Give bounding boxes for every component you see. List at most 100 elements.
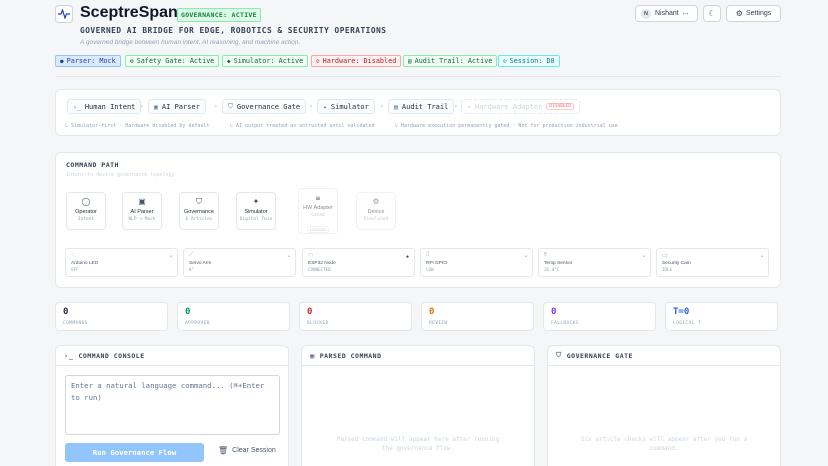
arrow-icon: ›: [309, 103, 313, 110]
trash-icon: 🗑︎: [218, 446, 229, 455]
stat-label: REVIEW: [429, 321, 448, 326]
terminal-icon: ›_: [73, 102, 81, 111]
device-security-cam: ▭ Security Cam IDLE •: [656, 248, 769, 277]
arrow-icon: ›: [454, 103, 458, 110]
command-path-subtitle: Intent-to-device governance topology: [66, 172, 175, 178]
sparkle-icon: ✦: [252, 197, 260, 206]
arrow-icon: ›: [380, 103, 384, 110]
header-divider: [55, 76, 781, 77]
settings-button[interactable]: ⚙ Settings: [726, 5, 781, 22]
stat-label: COMMANDS: [63, 321, 88, 326]
status-pill-session: ⊙ Session: D8: [498, 55, 560, 67]
thermometer-icon: ⫯: [544, 252, 547, 258]
plug-icon: ⊸: [467, 102, 471, 111]
device-esp32-node: ◠ ESP32 Node CONNECTED ●: [302, 248, 415, 277]
stat-value: 0: [551, 307, 557, 317]
run-governance-flow-button[interactable]: Run Governance Flow: [65, 443, 204, 462]
path-node-ai-parser: ▣ AI Parser NLP → Mock: [122, 192, 162, 230]
pipeline-step-simulator: ✦ Simulator: [317, 99, 375, 114]
bulb-icon: ◌: [71, 252, 75, 258]
pipeline-note: ↳ Simulator-first · Hardware disabled by…: [65, 123, 210, 129]
app-tagline: A governed bridge between human intent, …: [80, 39, 301, 46]
gate-title: GOVERNANCE GATE: [566, 351, 633, 360]
device-arduino-led: ◌ Arduino LED OFF •: [65, 248, 178, 277]
arrow-icon: ›: [214, 103, 218, 110]
terminal-icon: ›_: [64, 351, 74, 360]
clear-session-button[interactable]: 🗑︎ Clear Session: [218, 446, 276, 455]
pipeline-step-human-intent: ›_ Human Intent: [67, 99, 142, 114]
wifi-icon: ◠: [308, 253, 314, 259]
command-input[interactable]: [65, 375, 280, 435]
path-node-governance: ⛉ Governance 6 Articles: [179, 192, 219, 230]
user-icon: ◯: [81, 197, 91, 206]
governance-gate-panel: ⛉ GOVERNANCE GATE Six article checks will…: [547, 345, 781, 466]
shield-icon: ⛉: [556, 351, 562, 359]
stat-approved: 0 APPROVED: [177, 302, 290, 331]
logout-icon[interactable]: ↦: [683, 10, 689, 18]
pipeline-step-ai-parser: ▣ AI Parser: [148, 99, 206, 114]
settings-label: Settings: [745, 10, 772, 17]
user-menu-button[interactable]: N Nishant ↦: [635, 5, 698, 22]
clear-session-label: Clear Session: [232, 447, 276, 454]
cpu-icon: ▣: [138, 197, 146, 206]
document-icon: ▤: [394, 102, 398, 111]
stat-value: 0: [429, 307, 435, 317]
stat-label: FALLBACKS: [551, 321, 579, 326]
cpu-icon: ▣: [154, 102, 158, 111]
path-node-operator: ◯ Operator Intent: [66, 192, 106, 230]
status-pill-safety-gate: ⚙ Safety Gate: Active: [125, 55, 220, 67]
stat-label: BLOCKED: [307, 321, 329, 326]
sparkle-icon: ✦: [323, 102, 327, 111]
status-pill-parser: ● Parser: Mock: [55, 55, 121, 67]
pipeline-step-audit-trail: ▤ Audit Trail: [388, 99, 455, 114]
stat-label: APPROVED: [185, 321, 210, 326]
device-icon: ⚙: [372, 197, 380, 206]
arm-icon: ⟋: [189, 252, 194, 258]
command-path-title: COMMAND PATH: [66, 161, 119, 169]
stat-commands: 0 COMMANDS: [55, 302, 168, 331]
path-node-hw-adapter: 🔒︎ HW Adapter Gated LOCKED: [298, 188, 338, 234]
gpio-icon: ⁞⁞: [426, 252, 430, 258]
logo-icon: [55, 5, 73, 23]
device-temp-sensor: ⫯ Temp Sensor 26.4°C •: [538, 248, 651, 277]
theme-toggle-icon[interactable]: ☾: [703, 5, 721, 22]
stat-label: LOGICAL T: [673, 321, 701, 326]
pipeline-note: ↳ AI output treated as untrusted until v…: [230, 123, 375, 129]
lock-icon: 🔒︎: [315, 193, 321, 202]
governance-status-badge: GOVERNANCE: ACTIVE: [177, 8, 261, 22]
device-rpi-gpio: ⁞⁞ RPi GPIO LOW •: [420, 248, 533, 277]
pipeline-step-hardware-adapter: ⊸ Hardware Adapter DISABLED: [461, 99, 581, 114]
parsed-command-panel: ▣ PARSED COMMAND Parsed command will appe…: [301, 345, 535, 466]
pipeline-note: ↳ Hardware execution permanently gated ·…: [395, 123, 618, 129]
gate-empty-message: Six article checks will appear after you…: [580, 436, 748, 452]
stat-value: T=0: [673, 307, 690, 317]
disabled-badge: DISABLED: [546, 103, 575, 110]
shield-icon: ⛉: [196, 197, 202, 206]
stat-review: 0 REVIEW: [421, 302, 534, 331]
console-title: COMMAND CONSOLE: [78, 351, 145, 360]
shield-icon: ⛉: [228, 102, 233, 110]
app-title: SceptreSpan: [80, 4, 178, 21]
parsed-icon: ▣: [310, 351, 315, 360]
gear-icon: ⚙: [735, 9, 743, 18]
stat-value: 0: [185, 307, 191, 317]
pipeline-step-governance-gate: ⛉ Governance Gate: [222, 99, 307, 114]
stat-value: 0: [307, 307, 313, 317]
camera-icon: ▭: [662, 253, 668, 259]
arrow-icon: ›: [140, 103, 144, 110]
path-node-device: ⚙ Device Simulated: [356, 192, 396, 230]
parsed-title: PARSED COMMAND: [319, 351, 382, 360]
stat-value: 0: [63, 307, 69, 317]
parsed-empty-message: Parsed command will appear here after ru…: [336, 436, 500, 452]
status-pill-audit-trail: ▤ Audit Trail: Active: [403, 55, 498, 67]
path-node-simulator: ✦ Simulator Digital Twin: [236, 192, 276, 230]
stat-fallbacks: 0 FALLBACKS: [543, 302, 656, 331]
stat-logical-time: T=0 LOGICAL T: [665, 302, 778, 331]
stat-blocked: 0 BLOCKED: [299, 302, 412, 331]
avatar: N: [641, 8, 651, 19]
status-pill-simulator: ◆ Simulator: Active: [222, 55, 309, 67]
command-console-panel: ›_ COMMAND CONSOLE Run Governance Flow 🗑︎…: [55, 345, 289, 466]
device-servo-arm: ⟋ Servo Arm 0° •: [183, 248, 296, 277]
app-subtitle: GOVERNED AI BRIDGE FOR EDGE, ROBOTICS & …: [80, 26, 387, 35]
user-name: Nishant: [655, 10, 679, 17]
